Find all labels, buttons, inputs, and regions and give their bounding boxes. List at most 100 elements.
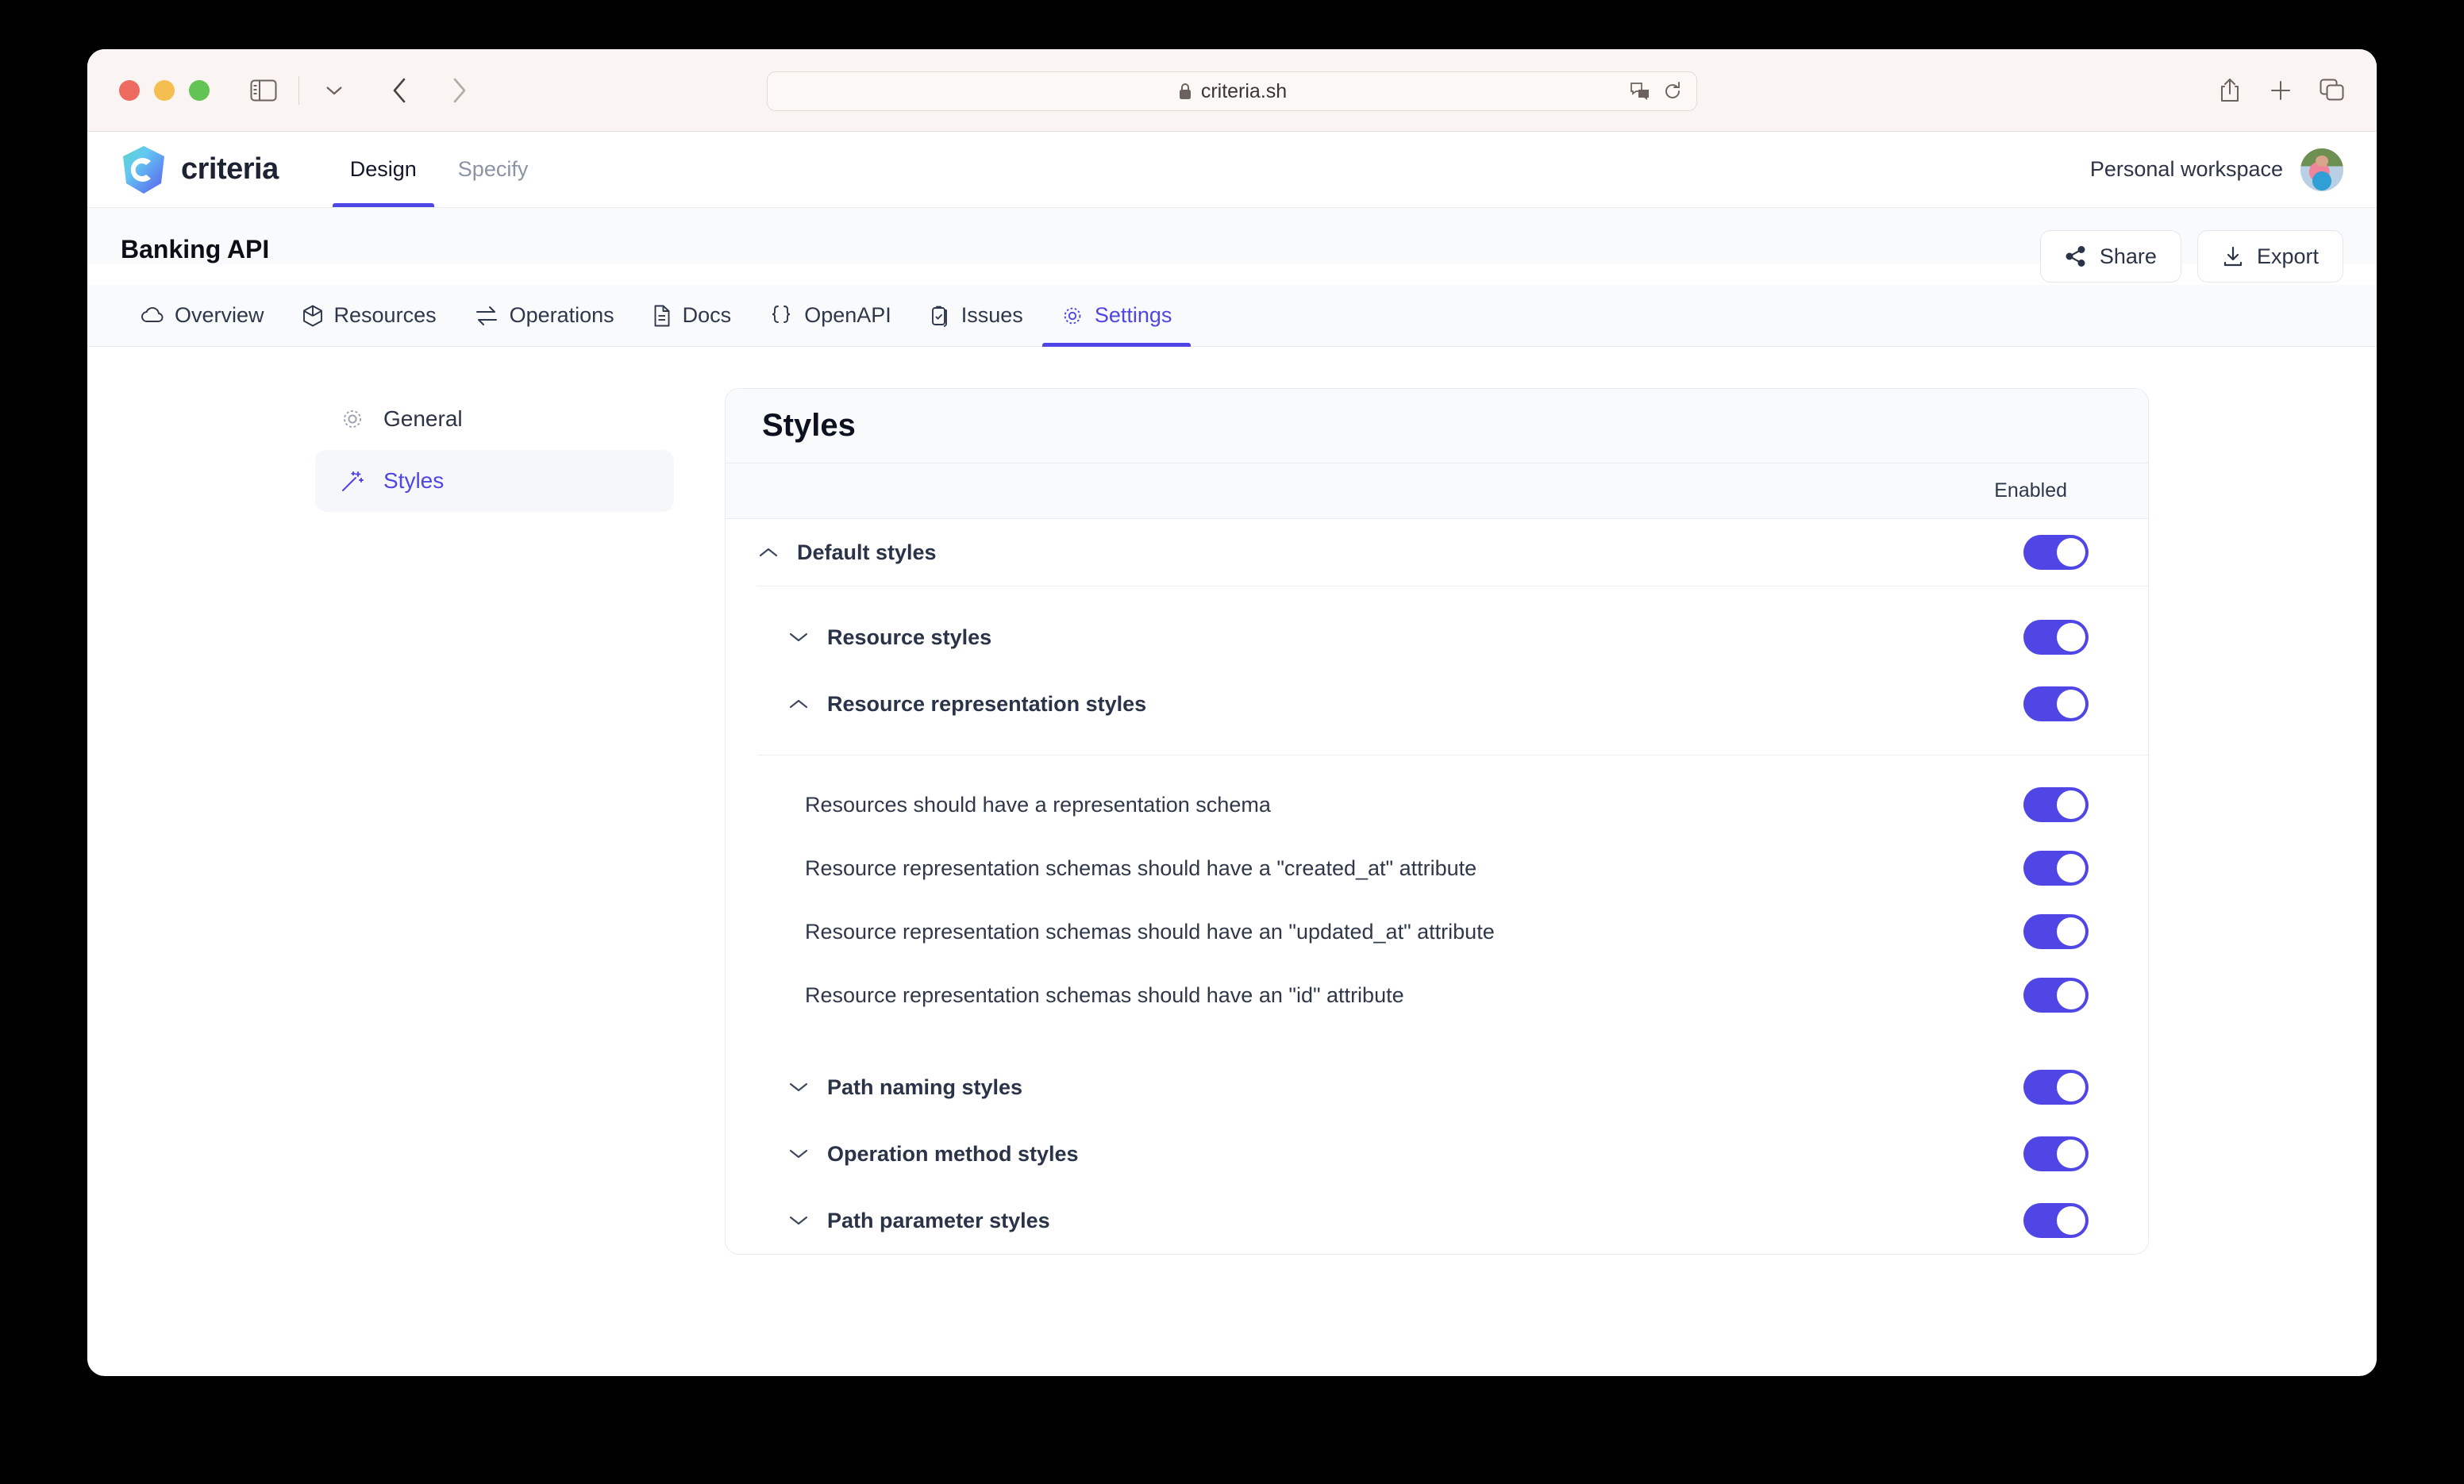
toggle-knob xyxy=(2057,1206,2085,1235)
enabled-toggle[interactable] xyxy=(2023,535,2089,570)
styles-card-header: Styles xyxy=(726,389,2148,463)
table-row[interactable]: Path parameter styles xyxy=(726,1187,2148,1254)
cube-icon xyxy=(302,305,323,327)
tab-settings[interactable]: Settings xyxy=(1041,285,1192,347)
share-button-label: Share xyxy=(2099,244,2157,268)
project-tabs: Overview Resources Operations Docs OpenA… xyxy=(87,285,2377,347)
reload-icon[interactable] xyxy=(1663,81,1682,102)
table-row[interactable]: Path naming styles xyxy=(726,1054,2148,1121)
table-row[interactable]: Resource representation styles xyxy=(726,671,2148,737)
toggle-knob xyxy=(2057,623,2085,652)
export-button-label: Export xyxy=(2256,244,2319,268)
share-upload-icon[interactable] xyxy=(2218,77,2242,104)
tab-overview-icon[interactable] xyxy=(2320,79,2345,102)
address-bar-url: criteria.sh xyxy=(1200,79,1288,102)
chevron-down-icon[interactable] xyxy=(315,71,353,110)
chevron-down-icon[interactable] xyxy=(787,626,810,648)
gear-icon xyxy=(339,406,366,433)
minimize-window-button[interactable] xyxy=(154,79,175,101)
clipboard-check-icon xyxy=(930,305,950,327)
app-header: criteria Design Specify Personal workspa… xyxy=(87,132,2377,208)
close-window-button[interactable] xyxy=(119,79,140,101)
tab-openapi[interactable]: OpenAPI xyxy=(750,285,911,346)
plus-icon[interactable] xyxy=(2269,79,2293,102)
chevron-down-icon[interactable] xyxy=(787,1209,810,1232)
enabled-toggle[interactable] xyxy=(2023,1203,2089,1238)
nav-tab-specify-label: Specify xyxy=(457,157,529,181)
enabled-toggle[interactable] xyxy=(2023,1070,2089,1105)
table-row[interactable]: Resource representation schemas should h… xyxy=(726,963,2148,1027)
chevron-down-icon[interactable] xyxy=(787,1076,810,1098)
tab-issues[interactable]: Issues xyxy=(911,285,1042,346)
magic-wand-icon xyxy=(339,467,366,494)
tab-openapi-label: OpenAPI xyxy=(804,303,891,327)
address-bar[interactable]: criteria.sh xyxy=(767,71,1697,111)
toggle-knob xyxy=(2057,538,2085,567)
table-row[interactable]: Resource representation schemas should h… xyxy=(726,900,2148,963)
tab-operations[interactable]: Operations xyxy=(456,285,633,346)
enabled-toggle[interactable] xyxy=(2023,978,2089,1013)
row-label: Resource representation schemas should h… xyxy=(805,855,1477,880)
curly-braces-icon xyxy=(769,305,793,327)
enabled-toggle[interactable] xyxy=(2023,914,2089,949)
nav-tab-specify[interactable]: Specify xyxy=(437,132,549,207)
styles-rows: Default styles Resource styles Resource … xyxy=(726,519,2148,1254)
enabled-column-header: Enabled xyxy=(726,463,2148,519)
row-label: Path parameter styles xyxy=(827,1208,1050,1232)
tab-issues-label: Issues xyxy=(961,303,1023,327)
settings-page: General Styles Styles Enabled Default st… xyxy=(87,347,2377,1371)
tab-resources-label: Resources xyxy=(333,303,437,327)
toolbar-divider xyxy=(298,75,299,105)
row-label: Resources should have a representation s… xyxy=(805,792,1271,817)
document-icon xyxy=(653,305,672,327)
sidebar-item-styles[interactable]: Styles xyxy=(315,450,674,512)
table-row[interactable]: Resource representation schemas should h… xyxy=(726,836,2148,900)
translate-icon[interactable] xyxy=(1630,81,1650,102)
export-button[interactable]: Export xyxy=(2196,230,2343,283)
maximize-window-button[interactable] xyxy=(189,79,210,101)
nav-tab-design[interactable]: Design xyxy=(329,132,437,207)
workspace-name[interactable]: Personal workspace xyxy=(2090,157,2283,182)
enabled-column-header-label: Enabled xyxy=(1994,479,2067,502)
arrows-exchange-icon xyxy=(475,306,499,326)
brand-name: criteria xyxy=(181,152,279,186)
table-row[interactable]: Operation method styles xyxy=(726,1121,2148,1187)
sidebar-item-general[interactable]: General xyxy=(315,388,674,450)
row-label: Resource styles xyxy=(827,625,992,649)
toggle-knob xyxy=(2057,981,2085,1009)
enabled-toggle[interactable] xyxy=(2023,686,2089,721)
enabled-toggle[interactable] xyxy=(2023,787,2089,822)
toggle-knob xyxy=(2057,690,2085,718)
table-row[interactable]: Resources should have a representation s… xyxy=(726,773,2148,836)
enabled-toggle[interactable] xyxy=(2023,851,2089,886)
tab-docs[interactable]: Docs xyxy=(633,285,751,346)
styles-card: Styles Enabled Default styles Resource s… xyxy=(725,388,2149,1255)
enabled-toggle[interactable] xyxy=(2023,1136,2089,1171)
tab-overview[interactable]: Overview xyxy=(121,285,283,346)
chevron-down-icon[interactable] xyxy=(787,1143,810,1165)
page-title: Banking API xyxy=(121,235,270,263)
row-label: Default styles xyxy=(797,540,937,564)
share-button[interactable]: Share xyxy=(2039,230,2181,283)
forward-arrow-icon[interactable] xyxy=(441,71,479,110)
styles-title: Styles xyxy=(762,408,856,443)
criteria-logo-icon xyxy=(121,145,167,194)
toggle-knob xyxy=(2057,1073,2085,1101)
chevron-up-icon[interactable] xyxy=(757,541,780,563)
chevron-up-icon[interactable] xyxy=(787,693,810,715)
brand[interactable]: criteria xyxy=(121,145,279,194)
download-icon xyxy=(2222,245,2244,267)
enabled-toggle[interactable] xyxy=(2023,620,2089,655)
table-row[interactable]: Default styles xyxy=(726,519,2148,586)
sidebar-toggle-icon[interactable] xyxy=(244,71,283,110)
row-label: Resource representation schemas should h… xyxy=(805,919,1495,944)
nav-tab-design-label: Design xyxy=(349,157,417,181)
tab-resources[interactable]: Resources xyxy=(283,285,456,346)
avatar[interactable] xyxy=(2300,148,2343,191)
tab-settings-label: Settings xyxy=(1094,303,1172,327)
table-row[interactable]: Resource styles xyxy=(726,604,2148,671)
back-arrow-icon[interactable] xyxy=(380,71,418,110)
